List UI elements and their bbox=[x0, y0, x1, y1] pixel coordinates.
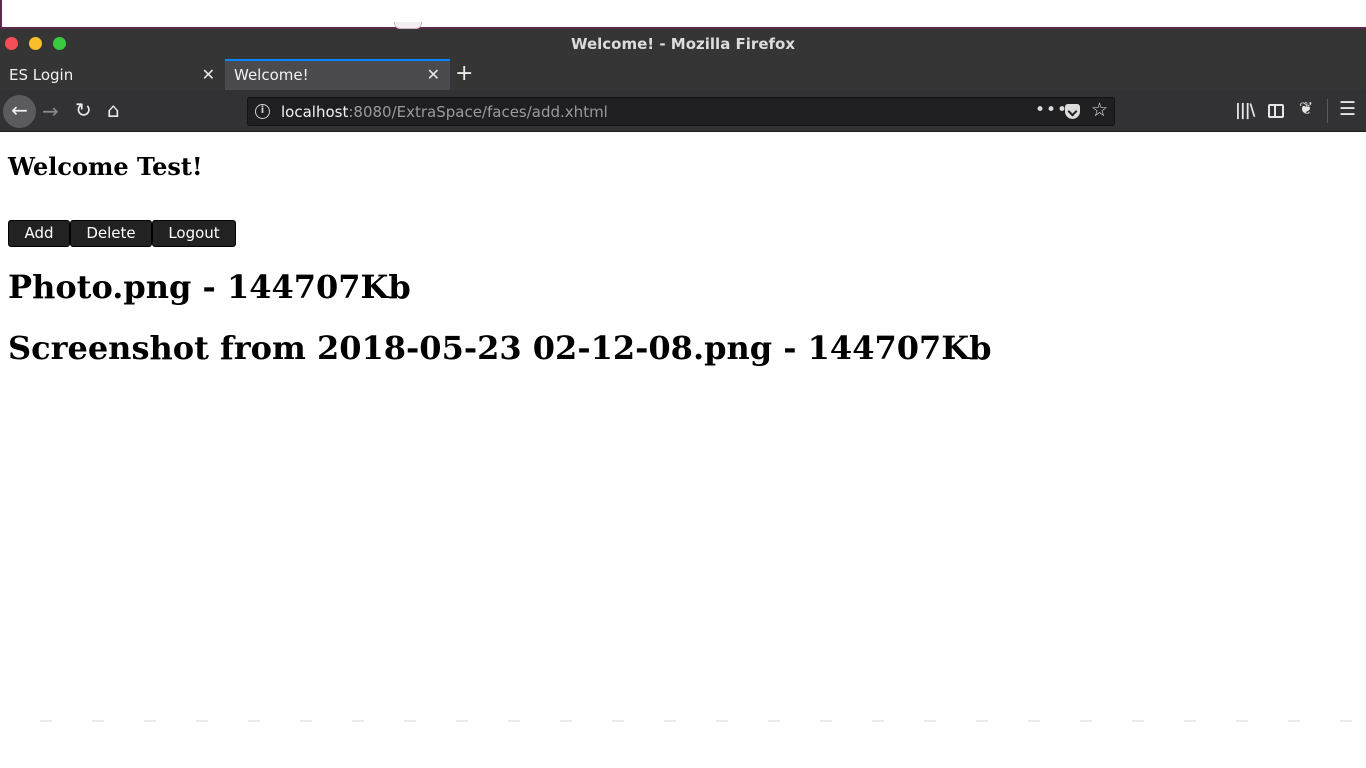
window-titlebar: Welcome! - Mozilla Firefox bbox=[0, 29, 1366, 59]
url-host: localhost bbox=[281, 103, 349, 121]
forward-arrow-icon[interactable]: → bbox=[42, 99, 59, 123]
tab-close-icon[interactable]: ✕ bbox=[427, 65, 440, 84]
page-content: Welcome Test! Add Delete Logout Photo.pn… bbox=[0, 133, 1366, 768]
url-path: :8080/ExtraSpace/faces/add.xhtml bbox=[348, 103, 608, 121]
add-button[interactable]: Add bbox=[8, 220, 70, 247]
sidebar-icon[interactable] bbox=[1268, 104, 1284, 118]
reload-icon[interactable]: ↻ bbox=[75, 98, 92, 122]
extension-icon[interactable]: ❦ bbox=[1299, 99, 1313, 119]
tab-label: Welcome! bbox=[234, 66, 309, 84]
delete-button[interactable]: Delete bbox=[70, 220, 152, 247]
file-item: Photo.png - 144707Kb bbox=[8, 268, 411, 306]
url-text[interactable]: localhost:8080/ExtraSpace/faces/add.xhtm… bbox=[281, 103, 608, 121]
tab-welcome[interactable]: Welcome! ✕ bbox=[225, 59, 450, 90]
new-tab-button[interactable]: + bbox=[455, 61, 473, 87]
toolbar-separator bbox=[1327, 99, 1328, 123]
back-arrow-icon[interactable]: ← bbox=[3, 95, 36, 128]
bookmark-star-icon[interactable]: ☆ bbox=[1091, 99, 1108, 121]
navigation-toolbar: ← → ↻ ⌂ i localhost:8080/ExtraSpace/face… bbox=[0, 90, 1366, 132]
tab-label: ES Login bbox=[9, 66, 74, 84]
home-icon[interactable]: ⌂ bbox=[107, 98, 120, 122]
tab-es-login[interactable]: ES Login ✕ bbox=[0, 59, 225, 90]
pocket-icon[interactable] bbox=[1065, 104, 1080, 119]
url-bar[interactable]: i localhost:8080/ExtraSpace/faces/add.xh… bbox=[247, 97, 1115, 126]
tab-close-icon[interactable]: ✕ bbox=[202, 65, 215, 84]
window-title: Welcome! - Mozilla Firefox bbox=[570, 35, 796, 53]
welcome-heading: Welcome Test! bbox=[8, 152, 203, 181]
file-item: Screenshot from 2018-05-23 02-12-08.png … bbox=[8, 329, 992, 367]
top-notch bbox=[394, 22, 422, 29]
library-icon[interactable]: |||\ bbox=[1235, 100, 1255, 119]
bottom-divider bbox=[0, 720, 1366, 722]
logout-button[interactable]: Logout bbox=[152, 220, 236, 247]
page-actions-more-icon[interactable]: ••• bbox=[1035, 100, 1068, 120]
hamburger-menu-icon[interactable]: ☰ bbox=[1339, 98, 1356, 120]
site-info-icon[interactable]: i bbox=[255, 104, 270, 119]
tab-strip: ES Login ✕ Welcome! ✕ + bbox=[0, 59, 1366, 90]
desktop-top-strip bbox=[0, 0, 1366, 29]
